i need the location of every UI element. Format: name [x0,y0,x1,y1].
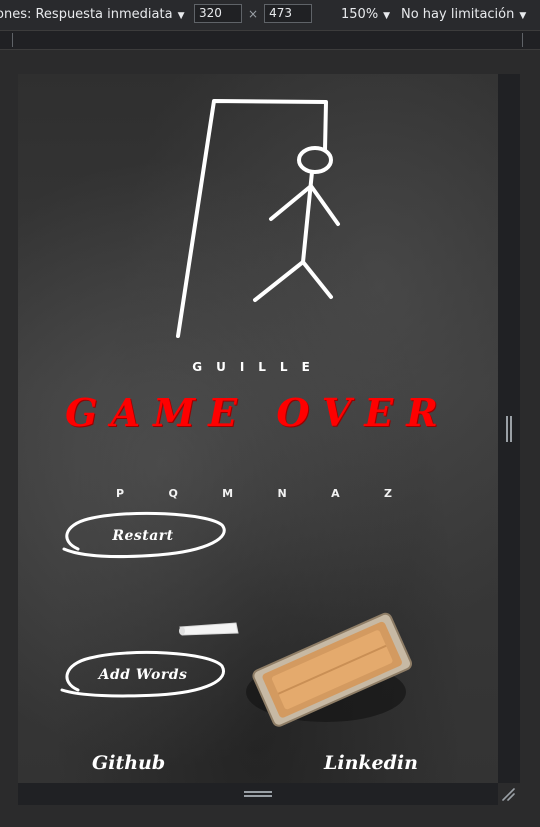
guessed-letter: Q [168,487,178,500]
hangman-drawing-icon [176,99,340,338]
device-viewport: GUILLE GAME OVER P Q M N A Z Restart Add… [18,74,498,783]
add-words-label: Add Words [98,667,188,683]
eraser-icon [246,612,413,727]
guessed-letters: P Q M N A Z [116,487,392,500]
chevron-down-icon: ▼ [383,11,391,21]
player-name: GUILLE [192,360,324,374]
github-link[interactable]: Github [92,752,165,774]
chalk-stick-icon [179,622,239,636]
media-query-ruler [0,31,540,50]
network-throttle-dropdown[interactable]: No hay limitación ▼ [401,7,526,22]
zoom-dropdown[interactable]: 150% ▼ [341,7,390,22]
restart-button[interactable]: Restart [58,511,228,561]
arms-icon [269,184,340,226]
guessed-letter: P [116,487,125,500]
width-input[interactable]: 320 [194,4,242,23]
guessed-letter: M [222,487,234,500]
linkedin-link[interactable]: Linkedin [324,752,418,774]
dimensions-group: 320 × 473 [194,4,313,23]
head-icon [297,146,333,174]
chevron-down-icon: ▼ [177,11,185,21]
restart-label: Restart [112,528,174,544]
add-words-button[interactable]: Add Words [58,650,228,700]
guessed-letter: A [331,487,340,500]
gallows-icon [176,99,328,338]
ruler-tick [522,33,523,47]
legs-icon [253,260,333,302]
right-resize-handle[interactable] [506,416,512,442]
devtools-device-toolbar: ones: Respuesta inmediata ▼ 320 × 473 150… [0,0,540,31]
bottom-resize-handle[interactable] [244,791,272,797]
game-over-title: GAME OVER [65,390,451,435]
throttle-label: No hay limitación [401,7,515,22]
times-icon: × [248,6,259,21]
throttle-mode-dropdown[interactable]: ones: Respuesta inmediata ▼ [0,7,184,22]
zoom-label: 150% [341,7,379,22]
chevron-down-icon: ▼ [519,11,527,21]
mode-label: ones: Respuesta inmediata [0,7,173,22]
ruler-tick [12,33,13,47]
guessed-letter: N [277,487,287,500]
guessed-letter: Z [383,487,392,500]
height-input[interactable]: 473 [264,4,313,23]
corner-resize-icon[interactable] [500,786,516,802]
